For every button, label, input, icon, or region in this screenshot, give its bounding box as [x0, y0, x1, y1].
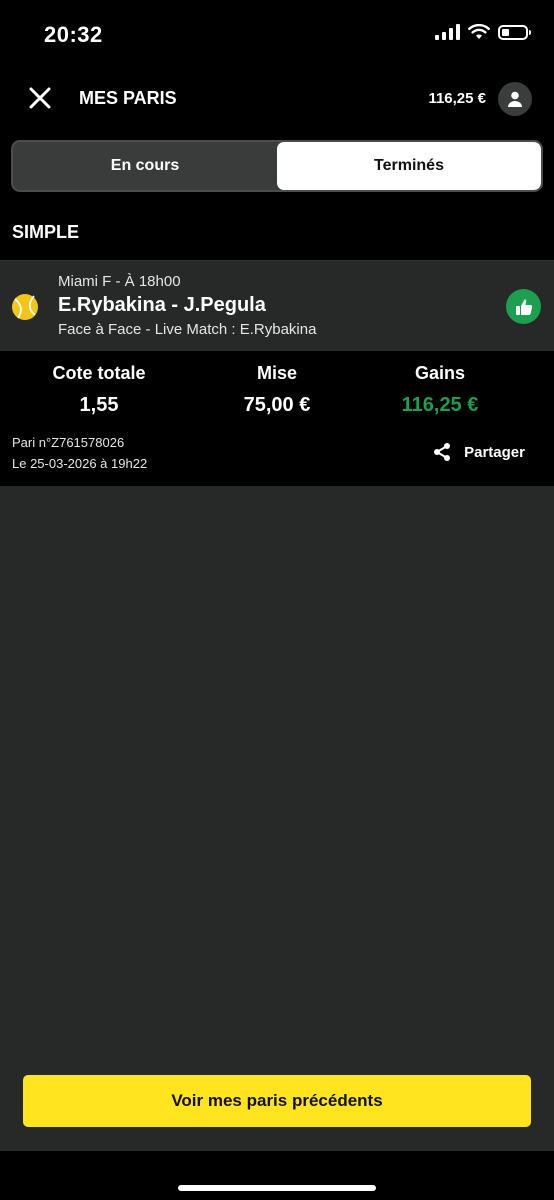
close-button[interactable] — [24, 82, 56, 114]
account-button[interactable] — [498, 82, 532, 116]
share-label: Partager — [464, 443, 525, 461]
thumbs-up-icon — [515, 299, 532, 315]
bet-selection: Face à Face - Live Match : E.Rybakina — [58, 321, 317, 338]
stake-column: Mise 75,00 € — [187, 363, 367, 417]
section-label: SIMPLE — [12, 222, 80, 242]
section-header: SIMPLE — [0, 210, 554, 260]
account-balance: 116,25 € — [428, 90, 486, 107]
status-time: 20:32 — [44, 22, 103, 47]
home-indicator-area — [0, 1151, 554, 1200]
user-icon — [508, 91, 522, 107]
bet-date: Le 25-03-2026 à 19h22 — [12, 456, 148, 471]
bet-card[interactable]: Miami F - À 18h00 E.Rybakina - J.Pegula … — [0, 260, 554, 352]
page-title: MES PARIS — [79, 88, 177, 108]
bet-match-name: E.Rybakina - J.Pegula — [58, 294, 266, 316]
bet-event-info: Miami F - À 18h00 — [58, 273, 181, 290]
stake-value: 75,00 € — [243, 394, 311, 416]
winnings-label: Gains — [414, 363, 466, 383]
close-icon — [29, 87, 51, 109]
tabs-area: En cours Terminés — [0, 128, 554, 210]
battery-icon — [498, 24, 531, 40]
won-status-badge — [506, 289, 541, 324]
header: MES PARIS 116,25 € — [0, 70, 554, 128]
tab-termines[interactable]: Terminés — [277, 142, 541, 190]
wifi-icon — [468, 24, 490, 39]
status-bar: 20:32 — [0, 0, 554, 70]
tab-en-cours[interactable]: En cours — [13, 142, 277, 190]
total-odds-value: 1,55 — [79, 394, 119, 416]
status-icons — [435, 24, 531, 40]
bet-reference: Pari n°Z761578026 — [12, 435, 125, 450]
share-icon — [434, 443, 451, 461]
tennis-ball-icon — [12, 294, 38, 320]
home-indicator[interactable] — [178, 1185, 376, 1191]
share-button[interactable]: Partager — [432, 442, 525, 462]
bet-status-tabs: En cours Terminés — [11, 140, 543, 192]
total-odds-column: Cote totale 1,55 — [9, 363, 189, 417]
previous-bets-button[interactable]: Voir mes paris précédents — [23, 1075, 531, 1127]
total-odds-label: Cote totale — [52, 363, 146, 383]
winnings-column: Gains 116,25 € — [350, 363, 530, 417]
bet-summary: Cote totale 1,55 Mise 75,00 € Gains 116,… — [0, 351, 554, 486]
stake-label: Mise — [256, 363, 298, 383]
cellular-signal-icon — [435, 24, 460, 40]
winnings-value: 116,25 € — [401, 394, 479, 416]
